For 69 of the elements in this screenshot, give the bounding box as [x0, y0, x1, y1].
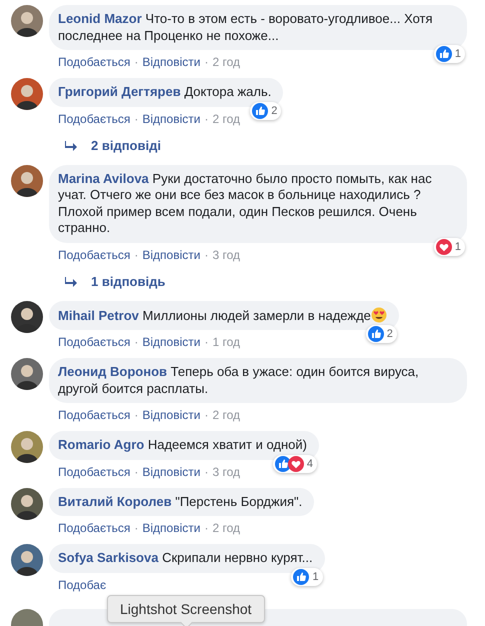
- comment-text: Леонид Воронов Теперь оба в ужасе: один боится вируса, другой боится расплаты.: [58, 364, 420, 397]
- reply-link[interactable]: Відповісти: [142, 334, 200, 350]
- separator-dot: ·: [134, 520, 138, 536]
- separator-dot: ·: [204, 520, 208, 536]
- comment-text: Leonid Mazor Что-то в этом есть - воровато-угодливое... Хотя последнее на Проценко не похоже...: [58, 11, 434, 44]
- like-link[interactable]: Подобається: [58, 246, 130, 262]
- author-link[interactable]: Mihail Petrov: [58, 308, 139, 322]
- reactions-badge[interactable]: 1: [434, 45, 465, 63]
- avatar[interactable]: [11, 5, 43, 37]
- reply-link[interactable]: Відповісти: [142, 520, 200, 536]
- reply-link[interactable]: Відповісти: [142, 464, 200, 480]
- reply-link[interactable]: Відповісти: [142, 407, 200, 423]
- separator-dot: ·: [204, 54, 208, 70]
- reactions-badge[interactable]: 1: [291, 568, 323, 586]
- reply-link[interactable]: Відповісти: [142, 110, 200, 126]
- author-link[interactable]: Marina Avilova: [58, 170, 149, 186]
- separator-dot: ·: [204, 246, 208, 262]
- reaction-count: 1: [454, 48, 461, 60]
- like-link[interactable]: Подобається: [58, 520, 130, 536]
- author-link[interactable]: Sofya Sarkisova: [58, 550, 158, 565]
- reactions-badge[interactable]: 2: [366, 325, 397, 343]
- separator-dot: ·: [204, 407, 208, 423]
- avatar[interactable]: [11, 358, 43, 390]
- like-link[interactable]: Подобається: [58, 110, 130, 126]
- avatar[interactable]: [11, 164, 43, 196]
- reaction-count: 1: [312, 570, 319, 582]
- separator-dot: ·: [134, 110, 138, 126]
- separator-dot: ·: [134, 464, 138, 480]
- reaction-count: 2: [386, 328, 393, 340]
- reaction-count: 2: [271, 104, 278, 116]
- separator-dot: ·: [204, 110, 208, 126]
- reactions-badge[interactable]: 2: [250, 102, 282, 120]
- separator-dot: ·: [204, 464, 208, 480]
- reactions-badge[interactable]: 4: [272, 454, 317, 472]
- author-link[interactable]: Григорий Дегтярев: [58, 84, 181, 99]
- avatar[interactable]: [11, 431, 43, 463]
- separator-dot: ·: [134, 54, 138, 70]
- reply-link[interactable]: Відповісти: [142, 54, 200, 70]
- reaction-count: 4: [306, 458, 313, 470]
- comment-text: Sofya Sarkisova Скрипали нервно курят...: [58, 550, 313, 566]
- reply-arrow-icon: [65, 276, 77, 286]
- separator-dot: ·: [204, 334, 208, 350]
- comment-text: Romario Agro Надеемся хватит и одной): [58, 437, 307, 454]
- like-link[interactable]: Подобається: [58, 334, 130, 350]
- view-replies-link[interactable]: 1 відповідь: [91, 274, 166, 289]
- author-link[interactable]: Leonid Mazor: [58, 11, 142, 26]
- author-link[interactable]: Леонид Воронов: [58, 364, 167, 379]
- like-link[interactable]: Подобається: [58, 464, 130, 480]
- like-link[interactable]: Подобається: [58, 407, 130, 423]
- reaction-count: 1: [454, 240, 461, 252]
- separator-dot: ·: [134, 407, 138, 423]
- separator-dot: ·: [134, 334, 138, 350]
- reply-arrow-icon: [65, 140, 77, 150]
- separator-dot: ·: [134, 246, 138, 262]
- reactions-badge[interactable]: 1: [434, 238, 465, 256]
- avatar[interactable]: [11, 544, 43, 576]
- author-link[interactable]: Romario Agro: [58, 437, 144, 452]
- avatar[interactable]: [11, 488, 43, 520]
- view-replies-link[interactable]: 2 відповіді: [91, 138, 161, 153]
- comment-text: Mihail Petrov Миллионы людей замерли в надежде: [58, 306, 387, 324]
- comment-text: Marina Avilova Руки достаточно было просто помыть, как нас учат. Отчего же они все без масок в больнице находились ? Плохой пример всем подали, один Песков решился. Очень странно.: [58, 170, 433, 236]
- comment-text: Григорий Дегтярев Доктора жаль.: [58, 84, 272, 100]
- avatar[interactable]: [11, 78, 43, 110]
- like-link[interactable]: Подобається: [58, 54, 130, 70]
- reply-link[interactable]: Відповісти: [142, 246, 200, 262]
- author-link[interactable]: Виталий Королев: [58, 494, 172, 508]
- like-link[interactable]: Подобає: [58, 576, 106, 592]
- comment-text: Виталий Королев "Перстень Борджия".: [58, 494, 302, 510]
- avatar[interactable]: [11, 300, 43, 332]
